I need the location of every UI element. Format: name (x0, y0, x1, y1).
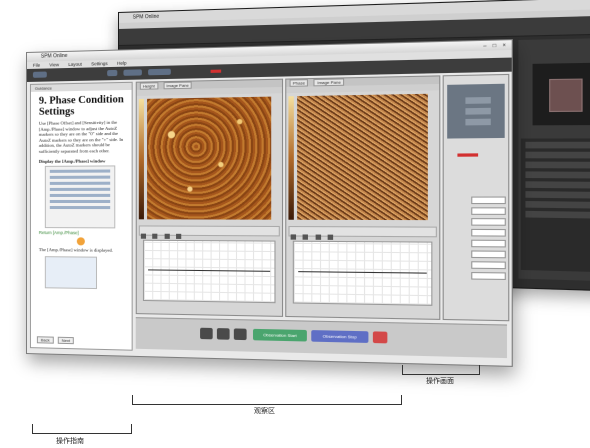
command-button[interactable] (233, 328, 247, 341)
guide-caption: The [Amp./Phase] window is displayed. (38, 246, 113, 253)
down-arrow-icon (76, 236, 85, 245)
toolbar-button[interactable] (107, 69, 118, 77)
profile-trace (148, 269, 271, 272)
menu-settings[interactable]: Settings (91, 61, 107, 66)
control-button[interactable] (152, 233, 158, 239)
image-controls (288, 226, 437, 240)
toolbar-button[interactable] (32, 71, 47, 78)
readout-value (465, 96, 491, 104)
parameter-field[interactable] (471, 261, 506, 270)
observation-start-button[interactable]: Observation Start (252, 328, 307, 342)
guide-step-label: Display the [Amp./Phase] window (38, 157, 106, 164)
guide-annotation: 操作指南 (56, 437, 84, 445)
guide-note: Return [Amp./Phase] (38, 229, 79, 235)
control-button[interactable] (176, 233, 182, 239)
command-button[interactable] (200, 327, 213, 340)
status-indicator (210, 69, 222, 73)
probe-status-display (447, 83, 505, 139)
parameter-field[interactable] (471, 228, 506, 237)
menu-view[interactable]: View (49, 62, 59, 67)
observe-annotation: 观察区 (254, 407, 275, 415)
control-button[interactable] (328, 234, 334, 240)
control-button[interactable] (315, 234, 321, 240)
guide-screenshot (44, 164, 116, 228)
stop-button[interactable] (372, 331, 388, 344)
next-button[interactable]: Next (57, 336, 75, 345)
observation-pane-phase: Phase Image Pane (285, 75, 441, 320)
guide-body: Use [Phase Offset] and [Sensitivity] in … (38, 119, 124, 154)
command-button[interactable] (216, 328, 230, 340)
parameter-field[interactable] (471, 218, 506, 226)
topography-image (147, 96, 272, 220)
toolbar-button[interactable] (148, 68, 171, 76)
back-window-settings-panel (520, 138, 590, 273)
operate-annotation: 操作画面 (426, 377, 454, 385)
profile-trace (298, 271, 427, 274)
control-button[interactable] (290, 234, 297, 240)
color-scale (138, 98, 144, 220)
guide-bracket (32, 424, 132, 434)
guide-heading: 9. Phase Condition Settings (38, 94, 124, 118)
parameter-field[interactable] (471, 207, 506, 215)
tab-image-pane[interactable]: Image Pane (313, 78, 345, 87)
control-button[interactable] (164, 233, 170, 239)
status-indicator (457, 153, 479, 157)
observation-stop-button[interactable]: Observation Stop (311, 330, 369, 343)
readout-value (465, 118, 491, 126)
parameter-field[interactable] (471, 239, 506, 248)
command-bar: Observation Start Observation Stop (135, 317, 508, 359)
operation-guide-pane: Guidance 9. Phase Condition Settings Use… (29, 81, 133, 351)
phase-image (297, 93, 428, 221)
parameter-field[interactable] (471, 250, 506, 259)
menu-help[interactable]: Help (117, 61, 126, 66)
parameter-field[interactable] (471, 272, 506, 280)
back-button[interactable]: Back (36, 336, 54, 344)
menu-file[interactable]: File (33, 63, 40, 68)
toolbar-button[interactable] (123, 69, 142, 76)
color-scale (288, 96, 294, 220)
preview-square (549, 78, 583, 113)
window-title: SPM Online (40, 52, 68, 60)
parameter-field[interactable] (471, 196, 506, 205)
operate-bracket (402, 365, 480, 375)
readout-value (465, 107, 491, 115)
spm-main-window: SPM Online – □ × File View Layout Settin… (26, 39, 513, 367)
control-button[interactable] (140, 233, 147, 239)
tab-image-pane[interactable]: Image Pane (163, 81, 192, 90)
window-controls[interactable]: – □ × (483, 41, 508, 51)
image-controls (138, 225, 280, 239)
guide-screenshot-2 (44, 256, 98, 290)
guide-tab[interactable]: Guidance (30, 82, 132, 92)
tab-height[interactable]: Height (139, 82, 158, 90)
tab-phase[interactable]: Phase (289, 79, 309, 87)
observe-bracket (132, 395, 402, 405)
menu-layout[interactable]: Layout (68, 62, 82, 67)
control-panel (442, 73, 510, 322)
profile-graph (142, 239, 276, 304)
observation-pane-height: Height Image Pane (135, 78, 284, 317)
profile-graph (292, 240, 433, 306)
back-window-preview (532, 62, 590, 126)
guide-nav: Back Next (36, 336, 77, 345)
control-button[interactable] (303, 234, 309, 240)
